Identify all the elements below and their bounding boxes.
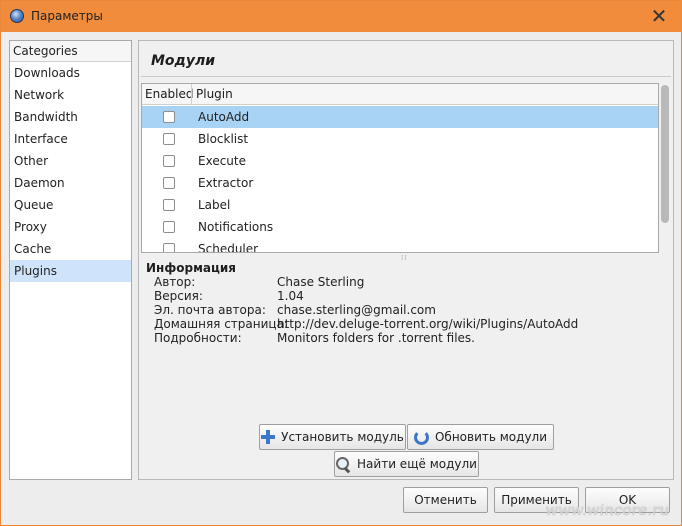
category-other[interactable]: Other bbox=[10, 150, 131, 172]
info-email-value: chase.sterling@gmail.com bbox=[277, 303, 436, 317]
refresh-icon bbox=[413, 429, 429, 445]
info-homepage-value: http://dev.deluge-torrent.org/wiki/Plugi… bbox=[277, 317, 579, 331]
find-more-plugins-button[interactable]: Найти ещё модули bbox=[334, 451, 479, 477]
enabled-checkbox[interactable] bbox=[163, 111, 175, 123]
title-bar[interactable]: Параметры ✕ bbox=[1, 1, 681, 32]
enabled-checkbox[interactable] bbox=[163, 155, 175, 167]
column-divider[interactable] bbox=[191, 84, 192, 105]
update-plugins-button[interactable]: Обновить модули bbox=[407, 424, 554, 450]
plugin-name: Execute bbox=[198, 154, 246, 168]
categories-header[interactable]: Categories bbox=[10, 41, 131, 62]
category-plugins[interactable]: Plugins bbox=[10, 260, 131, 282]
categories-list: Categories Downloads Network Bandwidth I… bbox=[9, 40, 132, 480]
plugin-name: Extractor bbox=[198, 176, 254, 190]
deluge-app-icon bbox=[10, 9, 24, 23]
plugin-name: Scheduler bbox=[198, 242, 259, 253]
title-divider bbox=[141, 76, 671, 77]
plugin-list: Enabled Plugin AutoAdd Blocklist Execute bbox=[141, 83, 659, 253]
column-header-enabled[interactable]: Enabled bbox=[145, 87, 194, 101]
enabled-checkbox[interactable] bbox=[163, 133, 175, 145]
info-title: Информация bbox=[146, 261, 236, 275]
update-plugins-label: Обновить модули bbox=[434, 430, 548, 444]
plugin-row-notifications[interactable]: Notifications bbox=[142, 216, 658, 238]
info-version-label: Версия: bbox=[154, 289, 203, 303]
plus-icon bbox=[261, 430, 276, 444]
enabled-checkbox[interactable] bbox=[163, 243, 175, 252]
info-homepage-label: Домашняя страница: bbox=[154, 317, 288, 331]
plugin-row-blocklist[interactable]: Blocklist bbox=[142, 128, 658, 150]
plugin-list-scrollbar[interactable] bbox=[659, 83, 671, 253]
info-author-label: Автор: bbox=[154, 275, 196, 289]
category-interface[interactable]: Interface bbox=[10, 128, 131, 150]
panel-title: Модули bbox=[151, 53, 216, 69]
pane-resize-grip[interactable]: ⁞⁞ bbox=[401, 254, 407, 262]
enabled-checkbox[interactable] bbox=[163, 199, 175, 211]
plugin-name: AutoAdd bbox=[198, 110, 250, 124]
column-header-plugin[interactable]: Plugin bbox=[196, 87, 233, 101]
info-author-value: Chase Sterling bbox=[277, 275, 365, 289]
plugins-panel: Модули Enabled Plugin AutoAdd Blocklist bbox=[138, 40, 674, 480]
enabled-checkbox[interactable] bbox=[163, 177, 175, 189]
enabled-checkbox[interactable] bbox=[163, 221, 175, 233]
category-queue[interactable]: Queue bbox=[10, 194, 131, 216]
window-title: Параметры bbox=[31, 9, 103, 23]
info-version-value: 1.04 bbox=[277, 289, 304, 303]
find-more-plugins-label: Найти ещё модули bbox=[357, 457, 477, 471]
category-cache[interactable]: Cache bbox=[10, 238, 131, 260]
install-plugin-label: Установить модуль bbox=[281, 430, 404, 444]
category-daemon[interactable]: Daemon bbox=[10, 172, 131, 194]
plugin-row-label[interactable]: Label bbox=[142, 194, 658, 216]
category-proxy[interactable]: Proxy bbox=[10, 216, 131, 238]
preferences-window: Параметры ✕ Categories Downloads Network… bbox=[0, 0, 682, 526]
plugin-row-scheduler[interactable]: Scheduler bbox=[142, 238, 658, 253]
cancel-button[interactable]: Отменить bbox=[403, 487, 488, 513]
info-email-label: Эл. почта автора: bbox=[154, 303, 266, 317]
plugin-rows: AutoAdd Blocklist Execute Extractor Labe… bbox=[142, 106, 658, 253]
plugin-row-extractor[interactable]: Extractor bbox=[142, 172, 658, 194]
category-network[interactable]: Network bbox=[10, 84, 131, 106]
plugin-name: Notifications bbox=[198, 220, 274, 234]
info-details-label: Подробности: bbox=[154, 331, 242, 345]
close-icon[interactable]: ✕ bbox=[637, 1, 681, 32]
info-details-value: Monitors folders for .torrent files. bbox=[277, 331, 475, 345]
category-downloads[interactable]: Downloads bbox=[10, 62, 131, 84]
scrollbar-thumb[interactable] bbox=[661, 85, 669, 223]
plugin-row-execute[interactable]: Execute bbox=[142, 150, 658, 172]
install-plugin-button[interactable]: Установить модуль bbox=[259, 424, 406, 450]
plugin-name: Label bbox=[198, 198, 231, 212]
search-icon bbox=[336, 456, 351, 472]
plugin-list-header: Enabled Plugin bbox=[142, 84, 658, 105]
category-bandwidth[interactable]: Bandwidth bbox=[10, 106, 131, 128]
plugin-row-autoadd[interactable]: AutoAdd bbox=[142, 106, 658, 128]
watermark-text: www.wincore.ru bbox=[545, 501, 669, 519]
plugin-name: Blocklist bbox=[198, 132, 249, 146]
